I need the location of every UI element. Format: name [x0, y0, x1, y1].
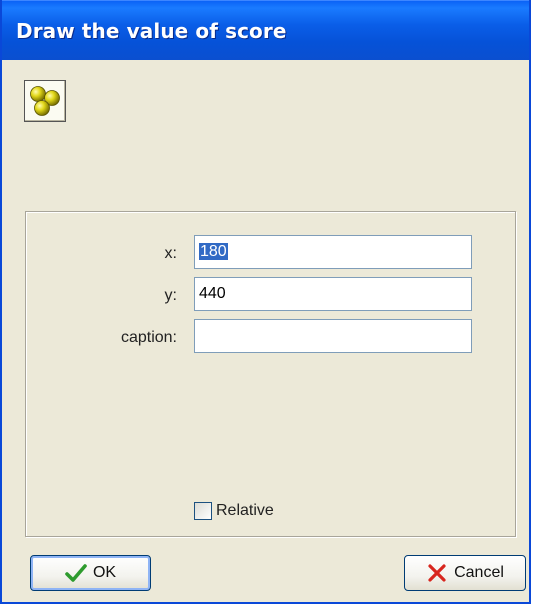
ok-label: OK	[92, 564, 117, 581]
caption-label: caption:	[120, 329, 177, 346]
y-label: y:	[164, 287, 177, 304]
y-value: 440	[199, 285, 226, 302]
y-input[interactable]: 440	[194, 277, 472, 311]
caption-input[interactable]	[194, 319, 472, 353]
cancel-label: Cancel	[454, 564, 504, 581]
cancel-button[interactable]: Cancel	[404, 555, 526, 591]
dialog-window: Draw the value of score x: 180 y: 440 ca…	[0, 0, 531, 604]
x-value: 180	[199, 243, 228, 260]
dialog-title: Draw the value of score	[16, 19, 287, 43]
x-label: x:	[164, 245, 177, 262]
relative-checkbox[interactable]: Relative	[194, 502, 274, 522]
title-bar[interactable]: Draw the value of score	[2, 0, 529, 60]
relative-label: Relative	[216, 502, 274, 519]
ok-button[interactable]: OK	[30, 555, 151, 591]
x-input[interactable]: 180	[194, 235, 472, 269]
x-icon	[426, 562, 448, 584]
checkmark-icon	[65, 562, 87, 584]
draw-score-icon	[24, 80, 66, 122]
relative-checkbox-box[interactable]	[194, 502, 212, 520]
